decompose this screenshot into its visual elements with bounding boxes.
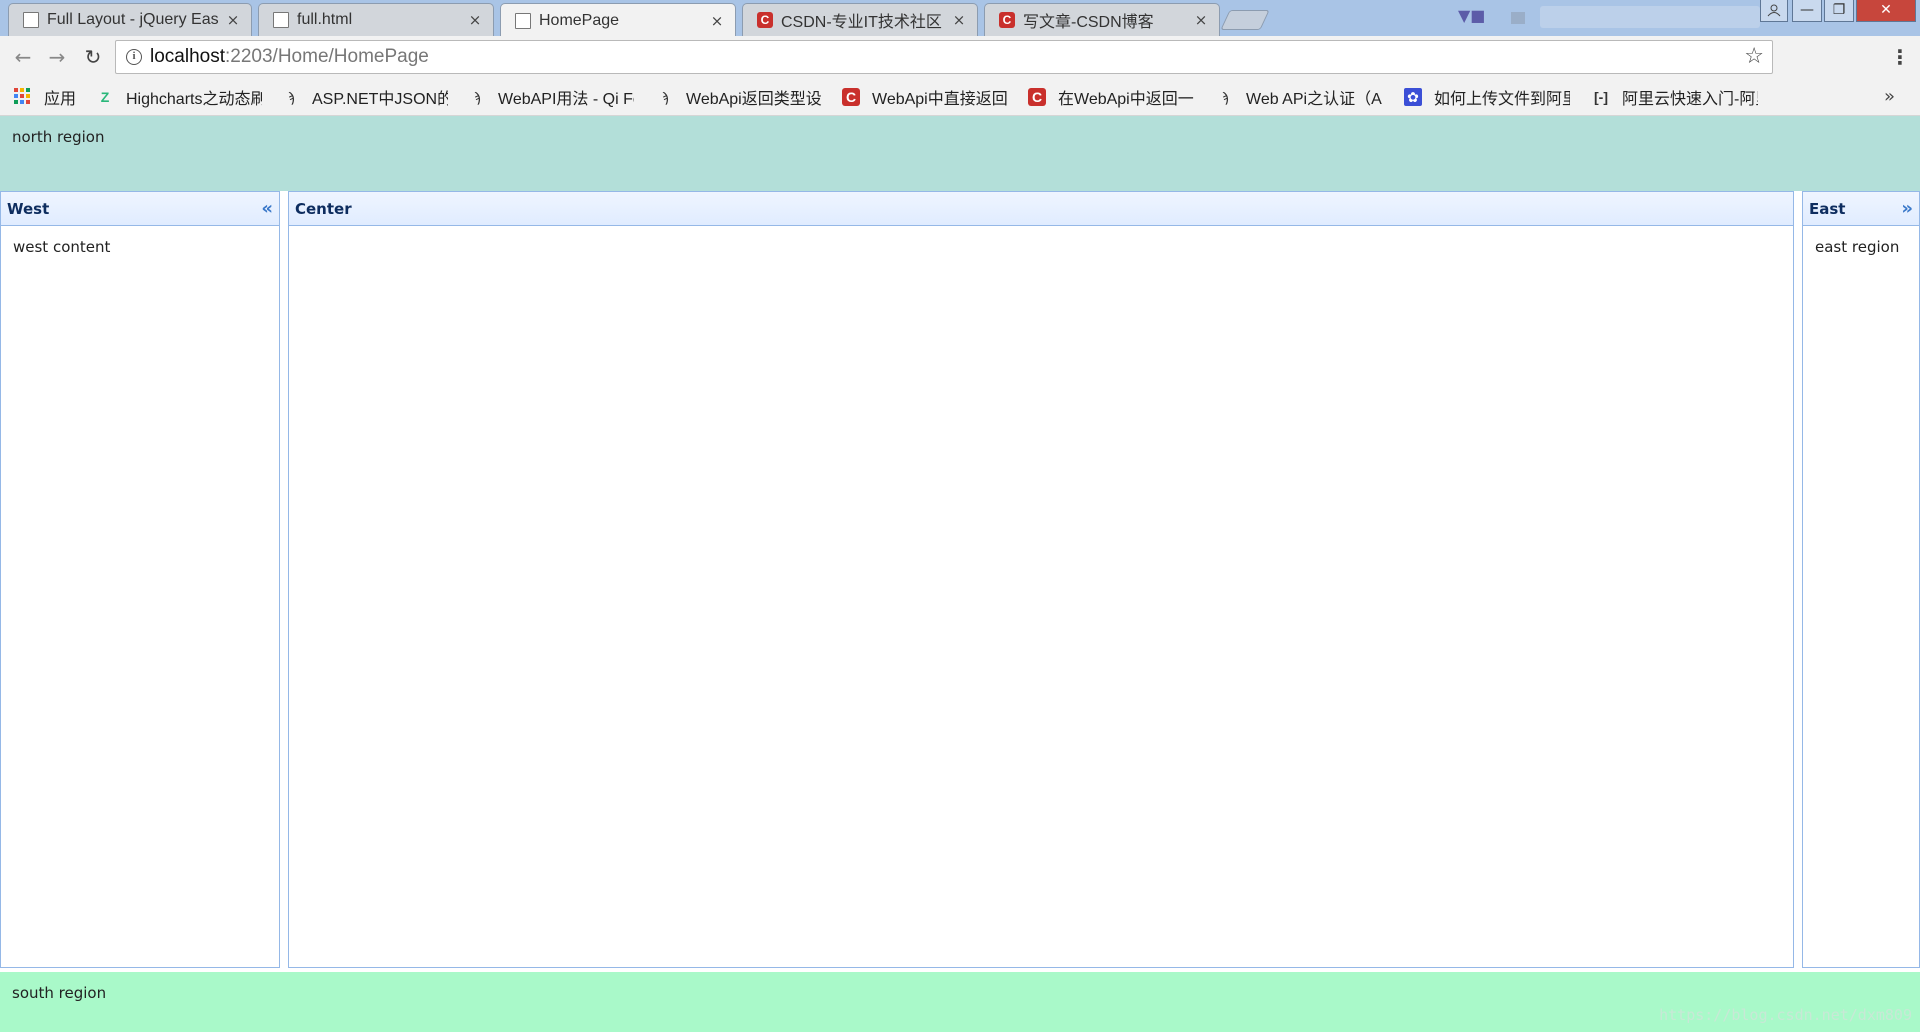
- north-region-text: north region: [12, 128, 105, 146]
- tab-title: HomePage: [539, 11, 620, 29]
- tab-full-html[interactable]: full.html ×: [258, 3, 494, 36]
- bookmark-label: 阿里云快速入门-阿里: [1622, 91, 1758, 108]
- address-bar[interactable]: i localhost:2203/Home/HomePage ☆: [115, 40, 1773, 74]
- cnblogs-icon: ϡ: [660, 89, 670, 105]
- csdn-icon: C: [1028, 88, 1046, 106]
- browser-toolbar: ← → ↻ i localhost:2203/Home/HomePage ☆ ⋮: [0, 36, 1920, 78]
- bookmarks-bar: 应用 Z Highcharts之动态刷 ϡ ASP.NET中JSON的序 ϡ W…: [0, 78, 1920, 116]
- bookmark-label: WebApi返回类型设: [686, 91, 822, 108]
- cnblogs-icon: ϡ: [1220, 89, 1230, 105]
- csdn-icon: C: [999, 12, 1015, 28]
- collapse-left-icon[interactable]: «: [261, 198, 273, 219]
- bookmark-item[interactable]: Z Highcharts之动态刷: [96, 87, 262, 108]
- tab-full-layout[interactable]: Full Layout - jQuery Eas ×: [8, 3, 252, 36]
- tab-title: CSDN-专业IT技术社区: [781, 14, 942, 31]
- bookmark-item[interactable]: ϡ WebApi返回类型设: [656, 87, 822, 108]
- tab-strip: Full Layout - jQuery Eas × full.html × H…: [0, 0, 1920, 37]
- reload-button[interactable]: ↻: [80, 44, 106, 70]
- east-panel: East » east region: [1802, 191, 1920, 968]
- tab-title: full.html: [297, 11, 353, 28]
- url-host: localhost: [150, 46, 225, 67]
- bookmark-label: 应用: [44, 91, 77, 108]
- watermark: https://blog.csdn.net/dxm809: [1659, 1006, 1912, 1024]
- csdn-icon: C: [757, 12, 773, 28]
- south-region: south region https://blog.csdn.net/dxm80…: [0, 972, 1920, 1032]
- bookmark-apps[interactable]: 应用: [14, 87, 77, 108]
- bookmark-label: Web APi之认证（Au: [1246, 91, 1382, 108]
- tab-title: 写文章-CSDN博客: [1023, 14, 1154, 31]
- star-icon[interactable]: ☆: [1744, 44, 1764, 69]
- east-panel-header: East »: [1803, 192, 1919, 226]
- center-panel-header: Center: [289, 192, 1793, 226]
- apps-icon: [14, 88, 32, 106]
- aliyun-icon: [-]: [1594, 89, 1608, 105]
- close-icon[interactable]: ×: [709, 12, 725, 30]
- south-region-text: south region: [12, 984, 107, 1002]
- center-panel: Center: [288, 191, 1794, 968]
- bookmark-item[interactable]: C WebApi中直接返回: [842, 87, 1008, 108]
- bookmark-item[interactable]: ϡ ASP.NET中JSON的序: [282, 87, 448, 108]
- tab-write-article[interactable]: C 写文章-CSDN博客 ×: [984, 3, 1220, 36]
- close-icon[interactable]: ×: [1193, 11, 1209, 29]
- east-panel-title: East: [1809, 199, 1846, 218]
- cnblogs-icon: ϡ: [286, 89, 296, 105]
- bookmark-label: 在WebApi中返回一: [1058, 91, 1194, 108]
- close-window-button[interactable]: ✕: [1856, 0, 1916, 22]
- bookmark-item[interactable]: [-] 阿里云快速入门-阿里: [1592, 87, 1758, 108]
- bookmarks-overflow-button[interactable]: »: [1884, 86, 1895, 107]
- new-tab-button[interactable]: [1220, 10, 1270, 30]
- menu-icon[interactable]: ⋮: [1890, 44, 1910, 70]
- highcharts-icon: Z: [100, 89, 110, 105]
- document-icon: [273, 12, 289, 28]
- east-panel-content: east region: [1815, 238, 1900, 256]
- bookmark-item[interactable]: C 在WebApi中返回一: [1028, 87, 1194, 108]
- forward-button[interactable]: →: [44, 44, 70, 70]
- info-icon[interactable]: i: [126, 49, 142, 65]
- close-icon[interactable]: ×: [225, 11, 241, 29]
- csdn-icon: C: [842, 88, 860, 106]
- bookmark-label: Highcharts之动态刷: [126, 91, 262, 108]
- document-icon: [23, 12, 39, 28]
- back-button[interactable]: ←: [10, 44, 36, 70]
- west-panel-content: west content: [13, 238, 111, 256]
- minimize-button[interactable]: —: [1792, 0, 1822, 22]
- cnblogs-icon: ϡ: [472, 89, 482, 105]
- user-icon[interactable]: [1760, 0, 1788, 22]
- search-box[interactable]: [1540, 6, 1760, 28]
- tab-csdn[interactable]: C CSDN-专业IT技术社区 ×: [742, 3, 978, 36]
- east-panel-body: east region: [1803, 226, 1919, 268]
- collapse-right-icon[interactable]: »: [1901, 198, 1913, 219]
- baidu-icon: ✿: [1404, 88, 1422, 106]
- close-icon[interactable]: ×: [467, 11, 483, 29]
- bookmark-label: WebApi中直接返回: [872, 91, 1008, 108]
- west-panel-title: West: [7, 199, 50, 218]
- bookmark-label: 如何上传文件到阿里: [1434, 91, 1570, 108]
- west-panel-header: West «: [1, 192, 279, 226]
- north-region: north region: [0, 116, 1920, 191]
- extension-icon[interactable]: [1508, 8, 1538, 28]
- page-content: north region West « west content Center …: [0, 116, 1920, 1032]
- bookmark-label: ASP.NET中JSON的序: [312, 91, 448, 108]
- tab-title: Full Layout - jQuery Eas: [47, 11, 219, 28]
- document-icon: [515, 12, 531, 29]
- bookmark-label: WebAPI用法 - Qi Fe: [498, 91, 634, 108]
- tab-homepage[interactable]: HomePage ×: [500, 3, 736, 37]
- url-path: :2203/Home/HomePage: [225, 46, 429, 67]
- close-icon[interactable]: ×: [951, 11, 967, 29]
- restore-button[interactable]: ❐: [1824, 0, 1854, 22]
- bookmark-item[interactable]: ✿ 如何上传文件到阿里: [1404, 87, 1570, 108]
- bookmark-item[interactable]: ϡ WebAPI用法 - Qi Fe: [468, 87, 634, 108]
- center-panel-body: [289, 226, 1793, 250]
- profile-icon[interactable]: ▼■: [1458, 6, 1486, 26]
- center-panel-title: Center: [295, 199, 352, 218]
- bookmark-item[interactable]: ϡ Web APi之认证（Au: [1216, 87, 1382, 108]
- west-panel-body: west content: [1, 226, 279, 268]
- west-panel: West « west content: [0, 191, 280, 968]
